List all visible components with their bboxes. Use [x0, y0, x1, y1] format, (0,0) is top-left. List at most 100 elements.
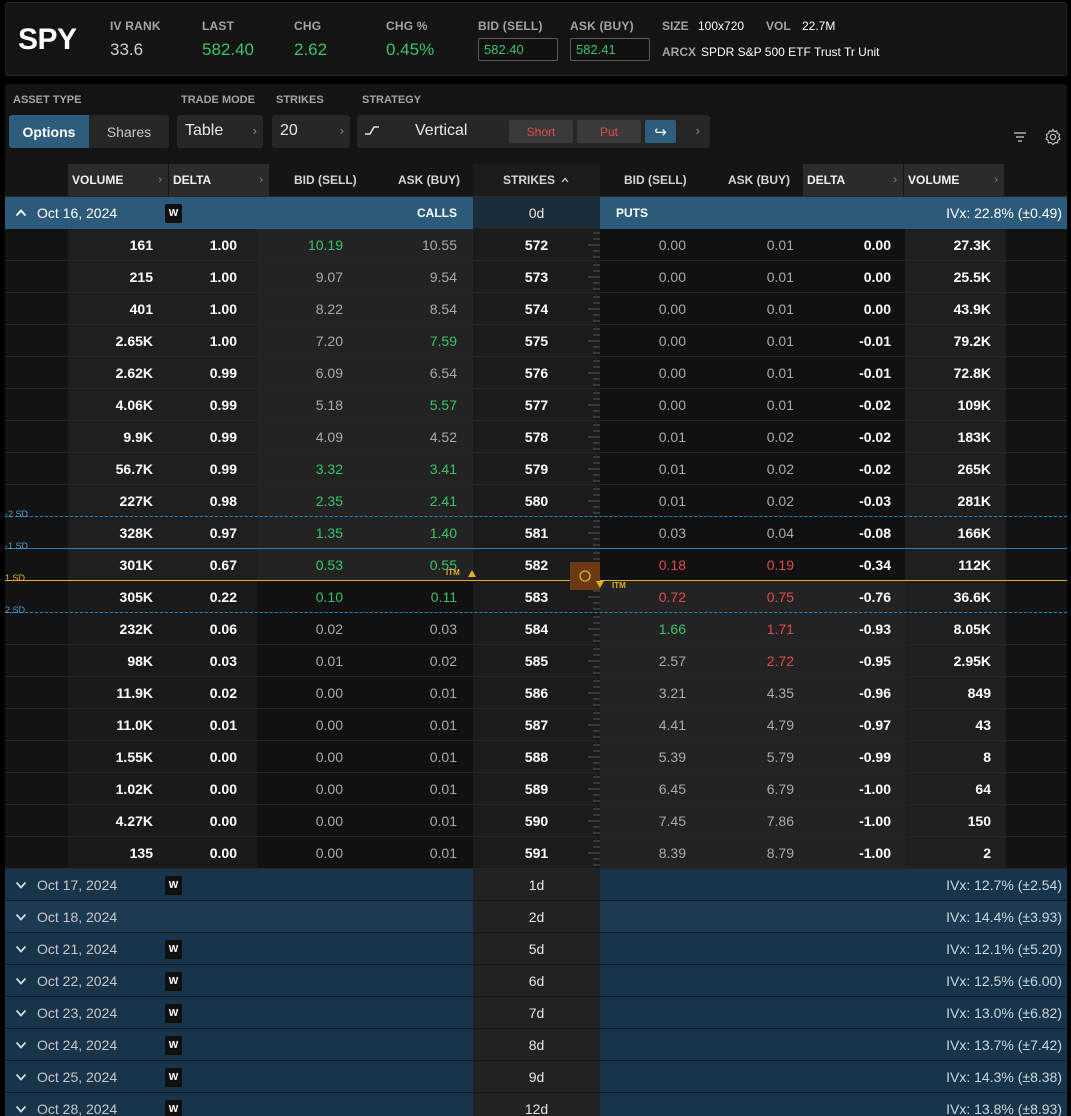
call-ask[interactable]: 0.01: [360, 741, 473, 772]
asset-shares-button[interactable]: Shares: [89, 115, 169, 148]
chevron-down-icon[interactable]: [15, 1039, 27, 1051]
strike-row[interactable]: 4.27K 0.00 0.00 0.01 590 7.45 7.86 -1.00 150: [5, 805, 1067, 837]
strike-row[interactable]: 328K 0.97 1.35 1.40 581 0.03 0.04 -0.08 166K: [5, 517, 1067, 549]
expiration-row[interactable]: Oct 25, 2024 W 9d IVx: 14.3% (±8.38): [5, 1061, 1067, 1093]
gear-icon[interactable]: [1044, 128, 1062, 146]
put-bid[interactable]: 0.00: [600, 357, 708, 388]
put-volume-header[interactable]: VOLUME ›: [904, 164, 1005, 196]
strike-row[interactable]: 11.0K 0.01 0.00 0.01 587 4.41 4.79 -0.97 43: [5, 709, 1067, 741]
put-bid[interactable]: 4.41: [600, 709, 708, 740]
expiration-row[interactable]: Oct 23, 2024 W 7d IVx: 13.0% (±6.82): [5, 997, 1067, 1029]
strike-row[interactable]: 161 1.00 10.19 10.55 572 0.00 0.01 0.00 27.3K: [5, 229, 1067, 261]
call-bid[interactable]: 0.01: [257, 645, 360, 676]
chevron-up-icon[interactable]: [15, 207, 27, 219]
put-ask-header[interactable]: ASK (BUY): [728, 164, 790, 196]
call-bid[interactable]: 8.22: [257, 293, 360, 324]
put-button[interactable]: Put: [577, 120, 641, 143]
put-ask[interactable]: 0.02: [708, 453, 809, 484]
call-bid[interactable]: 4.09: [257, 421, 360, 452]
put-bid[interactable]: 8.39: [600, 837, 708, 868]
call-ask[interactable]: 6.54: [360, 357, 473, 388]
call-bid[interactable]: 7.20: [257, 325, 360, 356]
call-ask[interactable]: 3.41: [360, 453, 473, 484]
chevron-down-icon[interactable]: [15, 879, 27, 891]
put-ask[interactable]: 4.35: [708, 677, 809, 708]
strike-row[interactable]: 98K 0.03 0.01 0.02 585 2.57 2.72 -0.95 2.95K: [5, 645, 1067, 677]
call-ask[interactable]: 0.03: [360, 613, 473, 644]
strike-row[interactable]: 2.65K 1.00 7.20 7.59 575 0.00 0.01 -0.01 79.2K: [5, 325, 1067, 357]
strategy-select[interactable]: Vertical Short Put ↪ ›: [357, 115, 710, 148]
ask-box[interactable]: 582.41: [570, 38, 650, 61]
call-bid[interactable]: 2.35: [257, 485, 360, 516]
strike-row[interactable]: 215 1.00 9.07 9.54 573 0.00 0.01 0.00 25.5K: [5, 261, 1067, 293]
put-ask[interactable]: 0.01: [708, 293, 809, 324]
strike-row[interactable]: 1.02K 0.00 0.00 0.01 589 6.45 6.79 -1.00 64: [5, 773, 1067, 805]
put-bid[interactable]: 0.01: [600, 453, 708, 484]
call-bid[interactable]: 9.07: [257, 261, 360, 292]
expiration-row[interactable]: Oct 17, 2024 W 1d IVx: 12.7% (±2.54): [5, 869, 1067, 901]
put-ask[interactable]: 0.01: [708, 261, 809, 292]
strikes-header[interactable]: STRIKES: [473, 164, 600, 196]
call-ask[interactable]: 1.40: [360, 517, 473, 548]
asset-options-button[interactable]: Options: [9, 115, 89, 148]
put-ask[interactable]: 0.04: [708, 517, 809, 548]
put-bid[interactable]: 0.00: [600, 325, 708, 356]
put-bid[interactable]: 7.45: [600, 805, 708, 836]
put-ask[interactable]: 0.75: [708, 581, 809, 612]
filter-icon[interactable]: [1011, 128, 1029, 146]
call-ask[interactable]: 10.55: [360, 229, 473, 260]
call-bid[interactable]: 0.10: [257, 581, 360, 612]
chevron-down-icon[interactable]: [15, 1007, 27, 1019]
call-bid[interactable]: 0.00: [257, 709, 360, 740]
put-ask[interactable]: 4.79: [708, 709, 809, 740]
call-bid[interactable]: 0.00: [257, 741, 360, 772]
call-bid-header[interactable]: BID (SELL): [294, 164, 357, 196]
expiration-row[interactable]: Oct 22, 2024 W 6d IVx: 12.5% (±6.00): [5, 965, 1067, 997]
chevron-down-icon[interactable]: [15, 943, 27, 955]
trade-mode-select[interactable]: Table ›: [177, 115, 263, 148]
chevron-down-icon[interactable]: [15, 1071, 27, 1083]
put-bid[interactable]: 0.18: [600, 549, 708, 580]
put-ask[interactable]: 0.01: [708, 229, 809, 260]
call-ask[interactable]: 9.54: [360, 261, 473, 292]
call-bid[interactable]: 0.00: [257, 677, 360, 708]
call-bid[interactable]: 10.19: [257, 229, 360, 260]
put-ask[interactable]: 5.79: [708, 741, 809, 772]
put-bid[interactable]: 0.01: [600, 485, 708, 516]
call-bid[interactable]: 0.00: [257, 805, 360, 836]
call-ask[interactable]: 0.02: [360, 645, 473, 676]
call-bid[interactable]: 0.00: [257, 773, 360, 804]
strike-row[interactable]: 227K 0.98 2.35 2.41 580 0.01 0.02 -0.03 281K: [5, 485, 1067, 517]
put-ask[interactable]: 0.19: [708, 549, 809, 580]
call-bid[interactable]: 3.32: [257, 453, 360, 484]
put-ask[interactable]: 6.79: [708, 773, 809, 804]
strikes-select[interactable]: 20 ›: [272, 115, 350, 148]
strike-row[interactable]: 56.7K 0.99 3.32 3.41 579 0.01 0.02 -0.02 265K: [5, 453, 1067, 485]
call-bid[interactable]: 6.09: [257, 357, 360, 388]
call-ask[interactable]: 0.11: [360, 581, 473, 612]
call-ask-header[interactable]: ASK (BUY): [398, 164, 460, 196]
strike-row[interactable]: 1.55K 0.00 0.00 0.01 588 5.39 5.79 -0.99 8: [5, 741, 1067, 773]
call-ask[interactable]: 0.01: [360, 773, 473, 804]
strike-row[interactable]: 2.62K 0.99 6.09 6.54 576 0.00 0.01 -0.01 72.8K: [5, 357, 1067, 389]
strike-row[interactable]: 301K 0.67 0.53 0.55 582 0.18 0.19 -0.34 112K: [5, 549, 1067, 581]
put-ask[interactable]: 0.02: [708, 485, 809, 516]
call-delta-header[interactable]: DELTA ›: [169, 164, 270, 196]
put-ask[interactable]: 0.02: [708, 421, 809, 452]
chevron-down-icon[interactable]: [15, 1103, 27, 1115]
short-button[interactable]: Short: [509, 120, 573, 143]
call-ask[interactable]: 0.01: [360, 805, 473, 836]
strike-row[interactable]: 11.9K 0.02 0.00 0.01 586 3.21 4.35 -0.96 849: [5, 677, 1067, 709]
put-bid-header[interactable]: BID (SELL): [624, 164, 687, 196]
put-ask[interactable]: 2.72: [708, 645, 809, 676]
strike-row[interactable]: 4.06K 0.99 5.18 5.57 577 0.00 0.01 -0.02 109K: [5, 389, 1067, 421]
put-bid[interactable]: 0.01: [600, 421, 708, 452]
expiration-row[interactable]: Oct 21, 2024 W 5d IVx: 12.1% (±5.20): [5, 933, 1067, 965]
put-bid[interactable]: 2.57: [600, 645, 708, 676]
put-bid[interactable]: 3.21: [600, 677, 708, 708]
call-ask[interactable]: 7.59: [360, 325, 473, 356]
put-delta-header[interactable]: DELTA ›: [803, 164, 904, 196]
put-bid[interactable]: 0.00: [600, 293, 708, 324]
put-bid[interactable]: 6.45: [600, 773, 708, 804]
put-ask[interactable]: 7.86: [708, 805, 809, 836]
